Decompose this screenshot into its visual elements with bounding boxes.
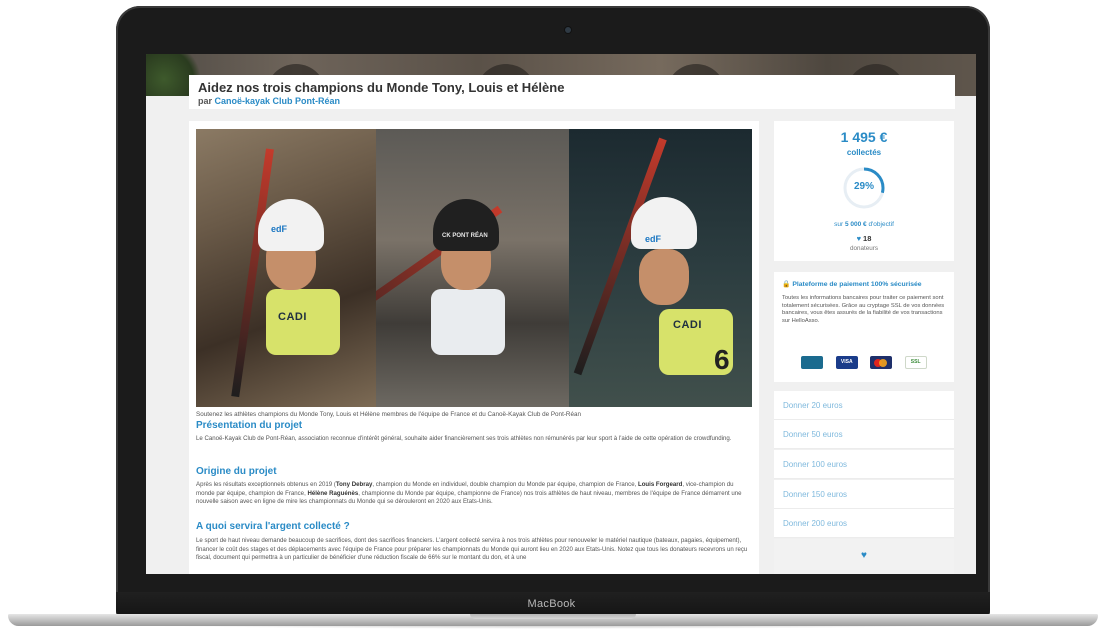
donate-50-button[interactable]: Donner 50 euros [774, 420, 954, 449]
browser-screen: Aidez nos trois champions du Monde Tony,… [146, 54, 976, 574]
bib-text-1: CADI [278, 311, 307, 323]
helmet-logo-2: CK PONT RÉAN [442, 233, 488, 239]
helmet-logo-1: edF [271, 224, 288, 234]
athlete-name-tony: Tony Debray [335, 481, 373, 488]
byline-prefix: par [198, 96, 213, 106]
laptop-notch [470, 614, 636, 619]
photo-caption: Soutenez les athlètes champions du Monde… [196, 411, 581, 418]
athlete-photo-3: CADI 6 edF [569, 129, 752, 407]
athletes-photo: CADI edF CK PONT RÉAN CADI 6 edF [196, 129, 752, 407]
collected-label: collectés [846, 148, 882, 157]
goal-amount: 5 000 € [844, 221, 867, 228]
byline: par Canoë-kayak Club Pont-Réan [198, 96, 340, 106]
cb-card-icon [801, 356, 824, 370]
campaign-description: CADI edF CK PONT RÉAN CADI 6 edF Soutene… [189, 121, 759, 574]
ssl-icon: SSL [904, 356, 927, 370]
section-heading-use-of-funds: A quoi servira l'argent collecté ? [196, 521, 350, 532]
device-brand: MacBook [527, 598, 576, 610]
section-text-use-of-funds: Le sport de haut niveau demande beaucoup… [196, 537, 748, 562]
bib-text-3: CADI [673, 319, 702, 331]
lock-icon: 🔒 [782, 281, 791, 288]
collected-amount: 1 495 € [840, 129, 888, 145]
helmet-logo-3: edF [645, 234, 662, 244]
campaign-header: Aidez nos trois champions du Monde Tony,… [189, 75, 955, 109]
secure-payment-text: Toutes les informations bancaires pour t… [782, 295, 945, 324]
donate-20-button[interactable]: Donner 20 euros [774, 391, 954, 420]
donate-200-button[interactable]: Donner 200 euros [774, 509, 954, 538]
section-text-origin: Après les résultats exceptionnels obtenu… [196, 481, 742, 506]
webcam [565, 27, 571, 33]
donor-count: ♥ 18 [856, 234, 872, 243]
donate-100-button[interactable]: Donner 100 euros [774, 450, 954, 479]
donate-custom-button[interactable]: ♥ [774, 539, 954, 574]
heart-icon: ♥ [856, 234, 862, 243]
athlete-photo-1: CADI edF [196, 129, 376, 407]
section-heading-origin: Origine du projet [196, 466, 277, 477]
funding-summary: 1 495 € collectés 29% sur 5 000 € d'obje… [774, 121, 954, 261]
secure-payment-box: 🔒 Plateforme de paiement 100% sécurisée … [774, 272, 954, 382]
progress-percent: 29% [853, 181, 874, 192]
goal-text: sur 5 000 € d'objectif [834, 221, 894, 228]
page-title: Aidez nos trois champions du Monde Tony,… [198, 80, 565, 95]
heart-icon: ♥ [861, 550, 867, 561]
visa-card-icon: VISA [835, 356, 858, 370]
secure-payment-title: 🔒 Plateforme de paiement 100% sécurisée [782, 281, 922, 288]
donor-label: donateurs [849, 245, 878, 252]
mastercard-icon [870, 356, 893, 370]
athlete-name-helene: Hélène Raguénès [307, 489, 359, 497]
bib-number-3: 6 [714, 344, 731, 375]
section-heading-presentation: Présentation du projet [196, 420, 303, 431]
athlete-name-louis: Louis Forgeard [637, 481, 683, 488]
athlete-photo-2: CK PONT RÉAN [376, 129, 569, 407]
organization-link[interactable]: Canoë-kayak Club Pont-Réan [215, 96, 341, 106]
donate-150-button[interactable]: Donner 150 euros [774, 480, 954, 509]
donation-options: Donner 20 euros Donner 50 euros Donner 1… [774, 391, 954, 574]
section-text-presentation: Le Canoë-Kayak Club de Pont-Réan, associ… [196, 435, 732, 442]
payment-card-logos: VISA SSL [774, 354, 954, 372]
